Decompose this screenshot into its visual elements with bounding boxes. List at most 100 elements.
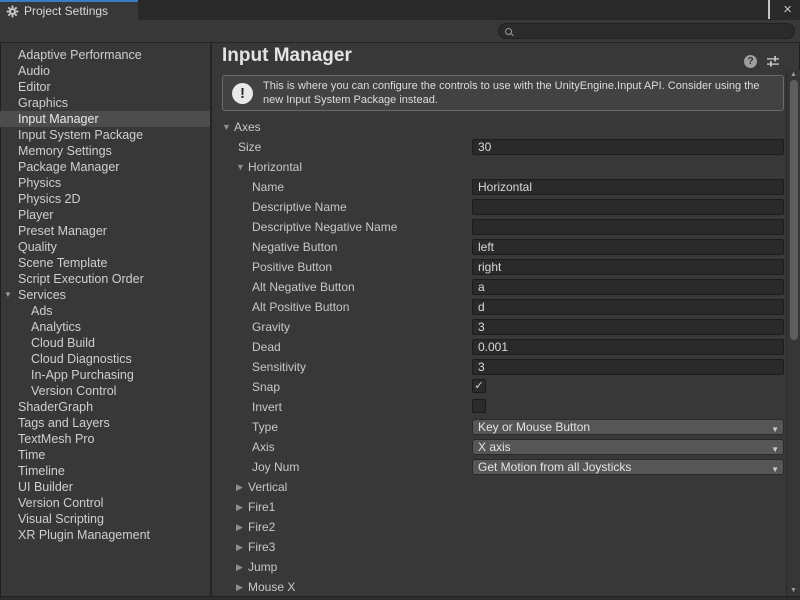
help-icon[interactable]: ? bbox=[744, 55, 757, 68]
search-input[interactable] bbox=[516, 25, 794, 37]
descriptive-name-input[interactable] bbox=[472, 199, 784, 215]
sidebar-item-label: Physics bbox=[18, 176, 61, 190]
sidebar-item-label: Services bbox=[18, 288, 66, 302]
maximize-button[interactable] bbox=[768, 1, 770, 19]
settings-row-horizontal: ▼Horizontal bbox=[212, 157, 786, 177]
close-button[interactable]: × bbox=[783, 0, 792, 20]
sidebar-item-services[interactable]: ▼ Services bbox=[0, 287, 210, 303]
sidebar-item-time[interactable]: Time bbox=[0, 447, 210, 463]
negative-button-input[interactable] bbox=[472, 239, 784, 255]
sidebar-item-shadergraph[interactable]: ShaderGraph bbox=[0, 399, 210, 415]
sidebar-item-analytics[interactable]: Analytics bbox=[0, 319, 210, 335]
sidebar-list: Adaptive PerformanceAudioEditorGraphicsI… bbox=[0, 47, 210, 543]
type-dropdown[interactable]: Key or Mouse Button▼ bbox=[472, 419, 784, 435]
scroll-down-icon[interactable]: ▼ bbox=[787, 587, 800, 594]
sidebar-item-in-app-purchasing[interactable]: In-App Purchasing bbox=[0, 367, 210, 383]
sidebar-item-textmesh-pro[interactable]: TextMesh Pro bbox=[0, 431, 210, 447]
field-label: Positive Button bbox=[252, 260, 332, 274]
sidebar-item-timeline[interactable]: Timeline bbox=[0, 463, 210, 479]
sidebar-item-tags-and-layers[interactable]: Tags and Layers bbox=[0, 415, 210, 431]
gravity-input[interactable] bbox=[472, 319, 784, 335]
window-menu-button[interactable] bbox=[751, 1, 755, 19]
sidebar-item-label: TextMesh Pro bbox=[18, 432, 94, 446]
sidebar-item-cloud-diagnostics[interactable]: Cloud Diagnostics bbox=[0, 351, 210, 367]
sidebar-item-graphics[interactable]: Graphics bbox=[0, 95, 210, 111]
sidebar-item-visual-scripting[interactable]: Visual Scripting bbox=[0, 511, 210, 527]
snap-checkbox[interactable]: ✓ bbox=[472, 379, 486, 393]
sidebar-item-quality[interactable]: Quality bbox=[0, 239, 210, 255]
settings-row-snap: Snap ✓ bbox=[212, 377, 786, 397]
search-box[interactable] bbox=[498, 23, 795, 39]
sidebar-item-label: UI Builder bbox=[18, 480, 73, 494]
dropdown-value: X axis bbox=[478, 440, 511, 454]
settings-row-axes: ▼Axes bbox=[212, 117, 786, 137]
scroll-up-icon[interactable]: ▲ bbox=[787, 71, 800, 78]
positive-button-input[interactable] bbox=[472, 259, 784, 275]
sidebar-item-audio[interactable]: Audio bbox=[0, 63, 210, 79]
foldout-label: Fire2 bbox=[248, 520, 275, 534]
sidebar-item-cloud-build[interactable]: Cloud Build bbox=[0, 335, 210, 351]
tab-project-settings[interactable]: Project Settings bbox=[0, 0, 138, 20]
sidebar-item-physics[interactable]: Physics bbox=[0, 175, 210, 191]
sidebar-item-script-execution-order[interactable]: Script Execution Order bbox=[0, 271, 210, 287]
field-label: Alt Positive Button bbox=[252, 300, 349, 314]
settings-row-mouse-x: ▶Mouse X bbox=[212, 577, 786, 597]
header-icons: ? bbox=[744, 52, 793, 70]
settings-row-descriptive-name: Descriptive Name bbox=[212, 197, 786, 217]
field-label: Negative Button bbox=[252, 240, 337, 254]
axis-dropdown[interactable]: X axis▼ bbox=[472, 439, 784, 455]
sidebar-item-version-control[interactable]: Version Control bbox=[0, 383, 210, 399]
sidebar-item-label: Package Manager bbox=[18, 160, 119, 174]
sidebar-item-label: Adaptive Performance bbox=[18, 48, 142, 62]
sidebar-item-player[interactable]: Player bbox=[0, 207, 210, 223]
settings-row-vertical: ▶ Vertical bbox=[212, 477, 786, 497]
field-label: Descriptive Negative Name bbox=[252, 220, 397, 234]
field-label: Joy Num bbox=[252, 460, 299, 474]
sidebar-item-preset-manager[interactable]: Preset Manager bbox=[0, 223, 210, 239]
name-input[interactable] bbox=[472, 179, 784, 195]
foldout-label: Mouse X bbox=[248, 580, 295, 594]
settings-rows: ▼AxesSize▼HorizontalNameDescriptive Name… bbox=[212, 117, 786, 597]
sidebar-item-editor[interactable]: Editor bbox=[0, 79, 210, 95]
main-panel: Input Manager ? ! This is where you can … bbox=[212, 43, 800, 596]
sidebar-item-label: Input Manager bbox=[18, 112, 99, 126]
sidebar-item-adaptive-performance[interactable]: Adaptive Performance bbox=[0, 47, 210, 63]
settings-row-fire1: ▶Fire1 bbox=[212, 497, 786, 517]
alt-positive-button-input[interactable] bbox=[472, 299, 784, 315]
sidebar-item-label: Scene Template bbox=[18, 256, 107, 270]
sidebar-item-memory-settings[interactable]: Memory Settings bbox=[0, 143, 210, 159]
vertical-scrollbar[interactable]: ▲ ▼ bbox=[786, 70, 800, 596]
sensitivity-input[interactable] bbox=[472, 359, 784, 375]
panel-menu-button[interactable] bbox=[789, 52, 793, 70]
size-input[interactable] bbox=[472, 139, 784, 155]
joy-num-dropdown[interactable]: Get Motion from all Joysticks▼ bbox=[472, 459, 784, 475]
sidebar-item-ui-builder[interactable]: UI Builder bbox=[0, 479, 210, 495]
invert-checkbox[interactable] bbox=[472, 399, 486, 413]
descriptive-negative-name-input[interactable] bbox=[472, 219, 784, 235]
field-label: Dead bbox=[252, 340, 281, 354]
check-icon: ✓ bbox=[474, 380, 483, 392]
sidebar-item-package-manager[interactable]: Package Manager bbox=[0, 159, 210, 175]
sidebar-item-physics-2d[interactable]: Physics 2D bbox=[0, 191, 210, 207]
scrollbar-thumb[interactable] bbox=[790, 80, 798, 340]
foldout-open-icon[interactable]: ▼ bbox=[4, 287, 12, 303]
settings-row-alt-positive-button: Alt Positive Button bbox=[212, 297, 786, 317]
sidebar-item-xr-plugin-management[interactable]: XR Plugin Management bbox=[0, 527, 210, 543]
foldout-closed-icon: ▶ bbox=[236, 482, 243, 493]
sidebar-item-input-system-package[interactable]: Input System Package bbox=[0, 127, 210, 143]
foldout-label: Vertical bbox=[248, 480, 287, 494]
field-label: Alt Negative Button bbox=[252, 280, 355, 294]
sidebar-item-label: ShaderGraph bbox=[18, 400, 93, 414]
settings-row-alt-negative-button: Alt Negative Button bbox=[212, 277, 786, 297]
settings-row-descriptive-negative-name: Descriptive Negative Name bbox=[212, 217, 786, 237]
field-label: Snap bbox=[252, 380, 280, 394]
sidebar-item-input-manager[interactable]: Input Manager bbox=[0, 111, 210, 127]
sidebar-item-label: Preset Manager bbox=[18, 224, 107, 238]
sidebar-item-version-control[interactable]: Version Control bbox=[0, 495, 210, 511]
presets-icon[interactable] bbox=[766, 55, 780, 68]
alt-negative-button-input[interactable] bbox=[472, 279, 784, 295]
sidebar-item-ads[interactable]: Ads bbox=[0, 303, 210, 319]
dead-input[interactable] bbox=[472, 339, 784, 355]
sidebar-item-scene-template[interactable]: Scene Template bbox=[0, 255, 210, 271]
sidebar-item-label: Input System Package bbox=[18, 128, 143, 142]
